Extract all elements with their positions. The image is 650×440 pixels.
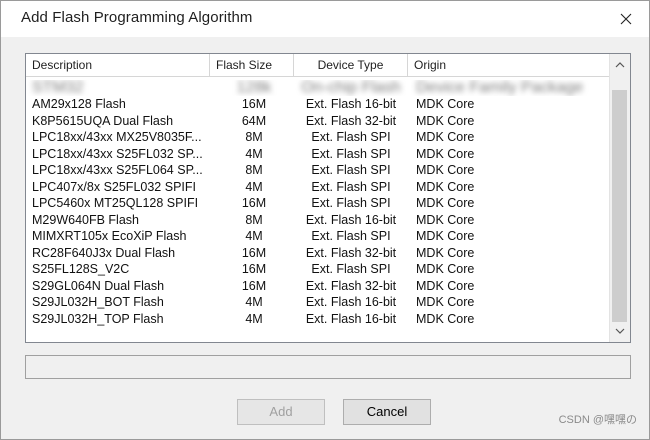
cell-flash-size: 8M bbox=[245, 212, 263, 227]
add-flash-algorithm-dialog: Add Flash Programming Algorithm Descript… bbox=[0, 0, 650, 440]
cancel-button[interactable]: Cancel bbox=[343, 399, 431, 425]
list-item[interactable]: LPC407x/8x S25FL032 SPIFI 4M Ext. Flash SP… bbox=[26, 179, 610, 196]
close-button[interactable] bbox=[611, 5, 641, 33]
list-header: Description Flash Size Device Type Origi… bbox=[26, 54, 610, 77]
cell-flash-size: 16M bbox=[241, 278, 267, 293]
cell-device-type: Ext. Flash SPI bbox=[311, 229, 391, 243]
status-field bbox=[25, 355, 631, 379]
cell-flash-size: 8M bbox=[245, 163, 263, 177]
cell-flash-size: 16M bbox=[241, 262, 267, 276]
title-bar: Add Flash Programming Algorithm bbox=[1, 1, 649, 37]
cell-origin: MDK Core bbox=[416, 97, 475, 111]
cell-description: STM32 bbox=[32, 80, 84, 96]
list-item[interactable]: MIMXRT105x EcoXiP Flash 4M Ext. Flash SPI M… bbox=[26, 228, 610, 245]
close-icon bbox=[620, 13, 632, 25]
cell-flash-size: 16M bbox=[241, 196, 267, 210]
list-item[interactable]: M29W640FB Flash 8M Ext. Flash 16-bit MDK Co… bbox=[26, 212, 610, 229]
cell-description: S25FL128S_V2C bbox=[32, 262, 130, 276]
chevron-down-icon bbox=[615, 328, 625, 334]
cell-description: S29JL032H_BOT Flash bbox=[32, 295, 164, 309]
cell-flash-size: 64M bbox=[241, 113, 267, 128]
cell-device-type: Ext. Flash SPI bbox=[311, 179, 391, 194]
dialog-title: Add Flash Programming Algorithm bbox=[21, 9, 253, 26]
cell-device-type: Ext. Flash SPI bbox=[311, 146, 391, 161]
cell-flash-size: 4M bbox=[245, 179, 263, 194]
cell-description: MIMXRT105x EcoXiP Flash bbox=[32, 229, 187, 243]
cell-description: K8P5615UQA Dual Flash bbox=[32, 113, 174, 128]
list-item[interactable]: LPC18xx/43xx S25FL032 SP... 4M Ext. Flash … bbox=[26, 146, 610, 163]
cell-origin: MDK Core bbox=[416, 295, 475, 309]
cell-description: LPC18xx/43xx S25FL032 SP... bbox=[32, 146, 203, 161]
column-header-flash-size[interactable]: Flash Size bbox=[210, 54, 294, 76]
cell-device-type: Ext. Flash SPI bbox=[311, 262, 391, 276]
cell-flash-size: 4M bbox=[245, 311, 263, 326]
watermark: CSDN @嘿嘿の bbox=[558, 414, 637, 426]
cell-device-type: Ext. Flash 16-bit bbox=[305, 311, 397, 326]
cell-description: LPC18xx/43xx MX25V8035F... bbox=[32, 130, 202, 144]
cell-description: S29JL032H_TOP Flash bbox=[32, 311, 164, 326]
cell-origin: MDK Core bbox=[416, 113, 475, 128]
list-item[interactable]: S25FL128S_V2C 16M Ext. Flash SPI MDK Core bbox=[26, 261, 610, 278]
cell-description: LPC407x/8x S25FL032 SPIFI bbox=[32, 179, 196, 194]
cell-flash-size: 4M bbox=[245, 295, 263, 309]
cell-origin: MDK Core bbox=[416, 229, 475, 243]
cell-flash-size: 8M bbox=[245, 130, 263, 144]
cell-origin: MDK Core bbox=[416, 163, 475, 177]
list-item[interactable]: RC28F640J3x Dual Flash 16M Ext. Flash 32-b… bbox=[26, 245, 610, 262]
cell-flash-size: 16M bbox=[241, 245, 267, 260]
cell-flash-size: 128k bbox=[236, 80, 272, 96]
scroll-thumb[interactable] bbox=[612, 90, 627, 322]
cell-origin: MDK Core bbox=[416, 311, 475, 326]
list-item[interactable]: K8P5615UQA Dual Flash 64M Ext. Flash 32-bi… bbox=[26, 113, 610, 130]
algorithm-list[interactable]: Description Flash Size Device Type Origi… bbox=[25, 53, 631, 343]
add-button[interactable]: Add bbox=[237, 399, 325, 425]
cell-device-type: Ext. Flash 16-bit bbox=[305, 97, 397, 111]
cell-description: LPC18xx/43xx S25FL064 SP... bbox=[32, 163, 203, 177]
cell-origin: Device Family Package bbox=[416, 80, 584, 96]
column-header-origin[interactable]: Origin bbox=[408, 54, 606, 76]
cell-device-type: Ext. Flash SPI bbox=[311, 196, 391, 210]
scroll-up-button[interactable] bbox=[610, 56, 630, 74]
cell-origin: MDK Core bbox=[416, 146, 475, 161]
cell-device-type: On-chip Flash bbox=[301, 80, 401, 96]
cell-origin: MDK Core bbox=[416, 196, 475, 210]
column-header-description[interactable]: Description bbox=[26, 54, 210, 76]
cell-origin: MDK Core bbox=[416, 130, 475, 144]
cell-device-type: Ext. Flash 32-bit bbox=[305, 113, 397, 128]
cell-description: LPC5460x MT25QL128 SPIFI bbox=[32, 196, 199, 210]
cell-device-type: Ext. Flash 32-bit bbox=[305, 245, 397, 260]
cell-origin: MDK Core bbox=[416, 245, 475, 260]
cell-device-type: Ext. Flash 16-bit bbox=[305, 212, 397, 227]
cell-flash-size: 16M bbox=[241, 97, 267, 111]
chevron-up-icon bbox=[615, 62, 625, 68]
cell-device-type: Ext. Flash SPI bbox=[311, 163, 391, 177]
cell-device-type: Ext. Flash 32-bit bbox=[305, 278, 397, 293]
cell-origin: MDK Core bbox=[416, 262, 475, 276]
list-item-obscured[interactable]: STM32 128k On-chip Flash Device Family P… bbox=[26, 80, 610, 96]
scroll-down-button[interactable] bbox=[610, 322, 630, 340]
list-item[interactable]: LPC18xx/43xx S25FL064 SP... 8M Ext. Flash … bbox=[26, 162, 610, 179]
cell-device-type: Ext. Flash 16-bit bbox=[305, 295, 397, 309]
vertical-scrollbar[interactable] bbox=[609, 54, 630, 342]
cell-device-type: Ext. Flash SPI bbox=[311, 130, 391, 144]
column-header-device-type[interactable]: Device Type bbox=[294, 54, 408, 76]
cell-description: AM29x128 Flash bbox=[32, 97, 126, 111]
cell-origin: MDK Core bbox=[416, 278, 475, 293]
list-item[interactable]: S29GL064N Dual Flash 16M Ext. Flash 32-bit… bbox=[26, 278, 610, 295]
cell-flash-size: 4M bbox=[245, 229, 263, 243]
cell-origin: MDK Core bbox=[416, 212, 475, 227]
list-item[interactable]: S29JL032H_BOT Flash 4M Ext. Flash 16-bit MD… bbox=[26, 294, 610, 311]
list-item[interactable]: AM29x128 Flash 16M Ext. Flash 16-bit MDK Co… bbox=[26, 96, 610, 113]
list-rows: AM29x128 Flash 16M Ext. Flash 16-bit MDK Co… bbox=[26, 96, 610, 327]
list-item[interactable]: LPC5460x MT25QL128 SPIFI 16M Ext. Flash SP… bbox=[26, 195, 610, 212]
list-item[interactable]: S29JL032H_TOP Flash 4M Ext. Flash 16-bit MD… bbox=[26, 311, 610, 328]
cell-origin: MDK Core bbox=[416, 179, 475, 194]
list-item[interactable]: LPC18xx/43xx MX25V8035F... 8M Ext. Flash S… bbox=[26, 129, 610, 146]
cell-description: M29W640FB Flash bbox=[32, 212, 139, 227]
cell-description: S29GL064N Dual Flash bbox=[32, 278, 165, 293]
cell-flash-size: 4M bbox=[245, 146, 263, 161]
cell-description: RC28F640J3x Dual Flash bbox=[32, 245, 176, 260]
